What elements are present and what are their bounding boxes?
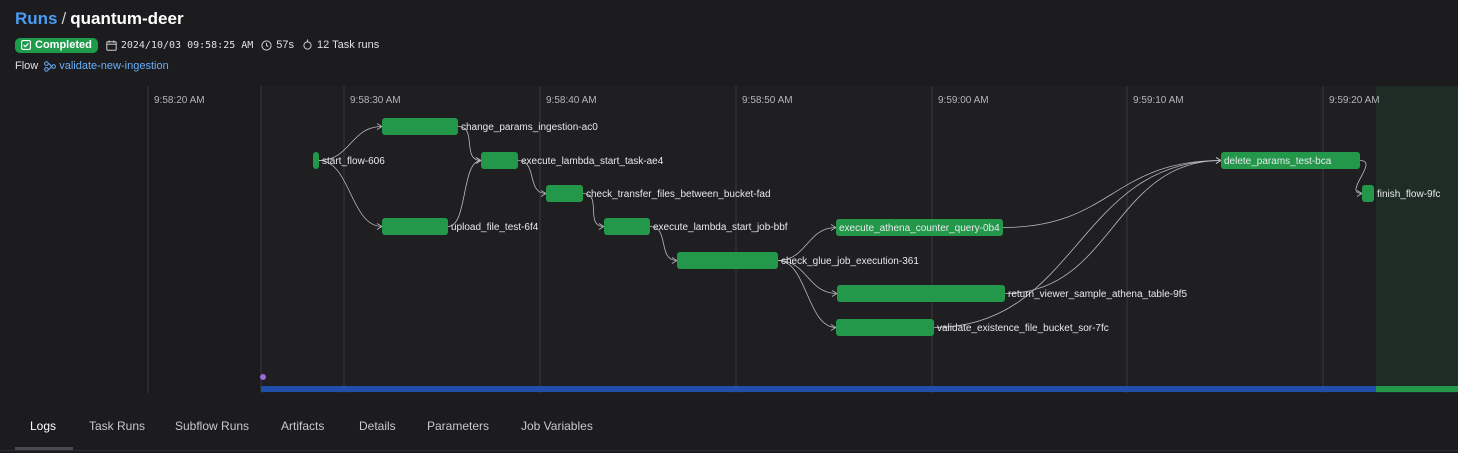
timeline-tick-label: 9:59:10 AM	[1133, 95, 1184, 106]
task-run-bar[interactable]	[313, 152, 319, 169]
task-run-bar[interactable]	[481, 152, 518, 169]
start-datetime: 2024/10/03 09:58:25 AM	[120, 39, 254, 51]
status-label: Completed	[35, 39, 92, 51]
timeline-graph[interactable]: 9:58:20 AM 9:58:30 AM 9:58:40 AM 9:58:50 AM…	[15, 86, 1458, 393]
task-run-label: return_viewer_sample_athena_table-9f5	[1008, 289, 1187, 300]
task-run-icon	[303, 39, 312, 50]
tab-details[interactable]: Details	[359, 419, 396, 433]
task-run-bar[interactable]	[837, 285, 1005, 302]
task-run-label: execute_athena_counter_query-0b4	[839, 223, 1000, 234]
flow-icon	[44, 60, 57, 72]
task-run-node[interactable]: execute_athena_counter_query-0b4	[836, 219, 1003, 236]
task-run-node[interactable]: delete_params_test-bca	[1221, 152, 1360, 169]
timeline-tick-label: 9:59:00 AM	[938, 95, 989, 106]
tab-subflow-runs[interactable]: Subflow Runs	[175, 419, 249, 433]
check-square-icon	[21, 40, 31, 50]
flow-link[interactable]: validate-new-ingestion	[44, 60, 169, 72]
task-runs-count: 12 Task runs	[302, 39, 379, 51]
breadcrumb-runs-link[interactable]: Runs	[15, 9, 58, 28]
task-runs-value: 12 Task runs	[317, 39, 380, 51]
flow-label: Flow	[15, 60, 39, 72]
task-run-label: check_glue_job_execution-361	[781, 256, 919, 267]
task-run-bar[interactable]	[677, 252, 778, 269]
task-run-label: finish_flow-9fc	[1377, 189, 1440, 200]
timeline-running-region	[1376, 86, 1458, 393]
clock-icon	[261, 39, 272, 51]
duration-value: 57s	[276, 39, 295, 51]
calendar-icon	[106, 40, 117, 51]
flow-name: validate-new-ingestion	[59, 60, 169, 72]
task-run-label: validate_existence_file_bucket_sor-7fc	[937, 323, 1109, 334]
run-progress-bar	[261, 386, 1376, 392]
task-run-label: upload_file_test-6f4	[451, 222, 539, 233]
timeline-tick-label: 9:58:30 AM	[350, 95, 401, 106]
run-start-marker	[260, 374, 266, 380]
timeline-tick-label: 9:58:40 AM	[546, 95, 597, 106]
status-badge: Completed	[15, 37, 98, 53]
task-run-bar[interactable]	[836, 319, 934, 336]
run-tabs: Logs Task Runs Subflow Runs Artifacts De…	[0, 405, 1458, 453]
flow-run-timeline[interactable]: 9:58:20 AM 9:58:30 AM 9:58:40 AM 9:58:50 AM…	[15, 86, 1458, 393]
start-time: 2024/10/03 09:58:25 AM	[106, 40, 253, 51]
task-run-bar[interactable]	[382, 118, 458, 135]
tab-parameters[interactable]: Parameters	[427, 419, 489, 433]
tabs-divider	[0, 450, 1458, 451]
tab-logs[interactable]: Logs	[30, 419, 56, 433]
task-run-bar[interactable]	[382, 218, 448, 235]
page-title: Runs / quantum-deer	[15, 9, 184, 29]
timeline-tick-label: 9:58:20 AM	[154, 95, 205, 106]
task-run-label: start_flow-606	[322, 156, 385, 167]
timeline-tick-label: 9:58:50 AM	[742, 95, 793, 106]
timeline-tick-label: 9:59:20 AM	[1329, 95, 1380, 106]
task-run-bar[interactable]	[1362, 185, 1374, 202]
task-run-label: check_transfer_files_between_bucket-fad	[586, 189, 771, 200]
task-run-label: execute_lambda_start_task-ae4	[521, 156, 664, 167]
breadcrumb-separator: /	[61, 9, 67, 28]
tab-job-variables[interactable]: Job Variables	[521, 419, 593, 433]
task-run-label: delete_params_test-bca	[1224, 156, 1332, 167]
flow-info: Flow validate-new-ingestion	[15, 59, 169, 73]
duration: 57s	[261, 39, 294, 51]
task-run-bar[interactable]	[546, 185, 583, 202]
task-run-bar[interactable]	[604, 218, 650, 235]
task-run-label: change_params_ingestion-ac0	[461, 122, 598, 133]
timeline-prestart-region	[15, 86, 261, 393]
task-run-label: execute_lambda_start_job-bbf	[653, 222, 788, 233]
tab-artifacts[interactable]: Artifacts	[281, 419, 324, 433]
flow-run-name: quantum-deer	[70, 9, 184, 28]
tab-task-runs[interactable]: Task Runs	[89, 419, 145, 433]
run-meta: Completed 2024/10/03 09:58:25 AM 57s 12 …	[15, 37, 379, 53]
run-progress-bar-tail	[1376, 386, 1458, 392]
